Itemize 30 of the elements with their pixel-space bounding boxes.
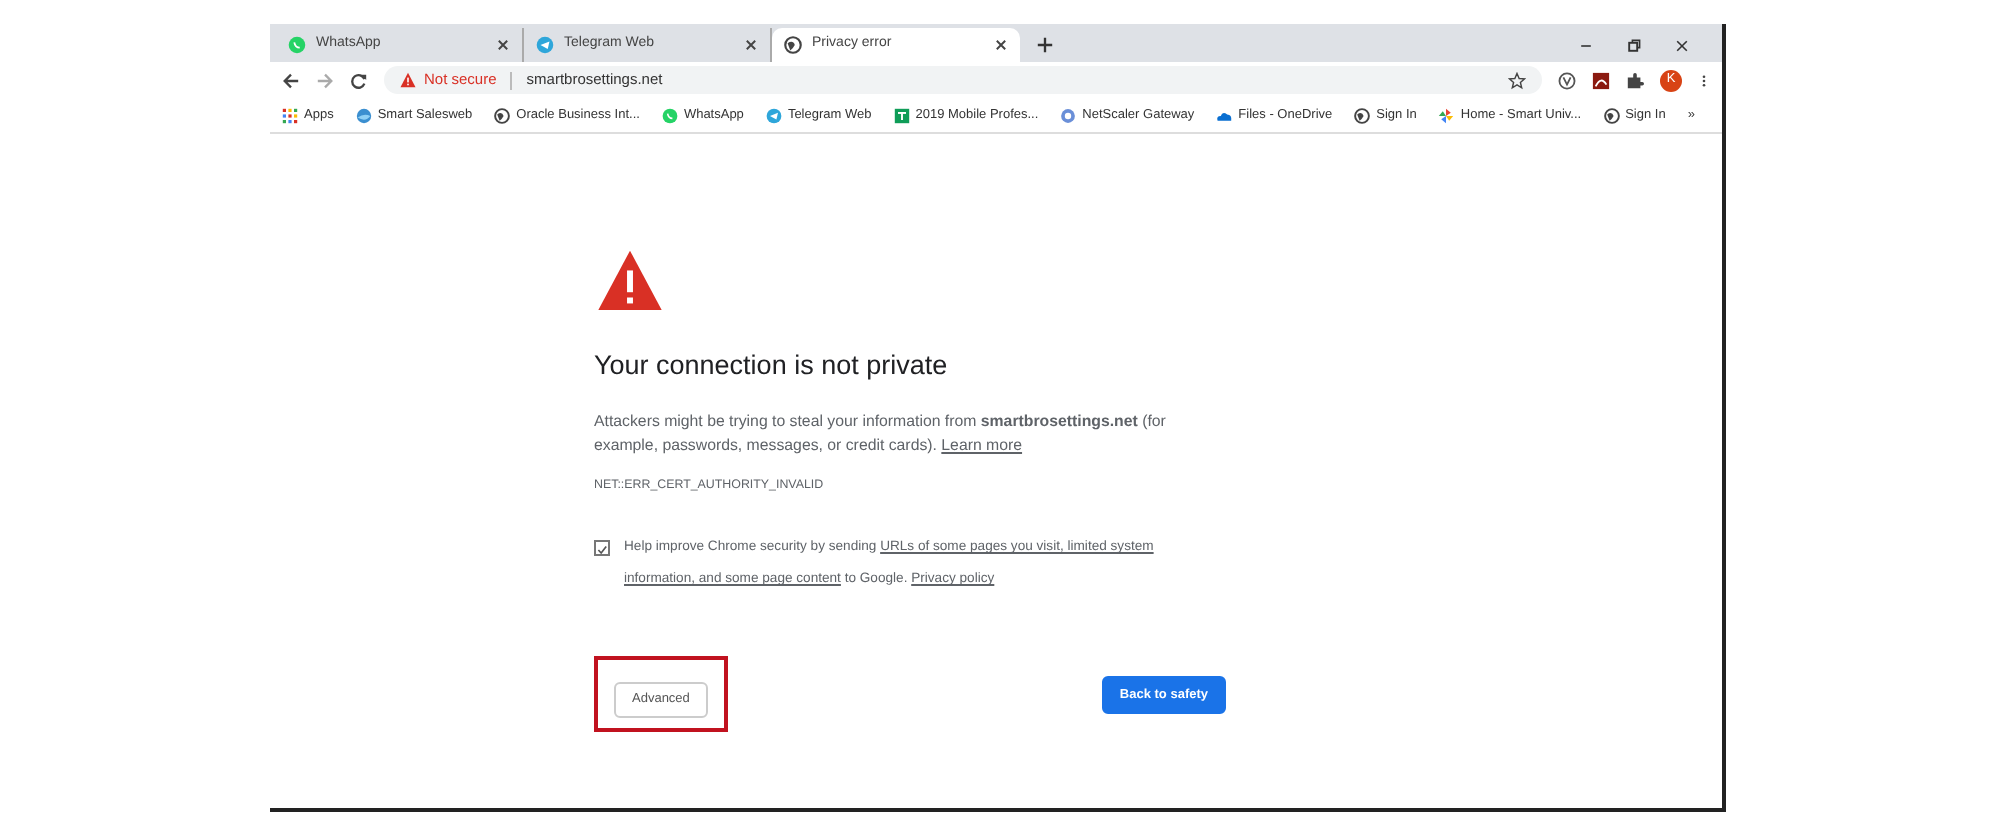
phone-bubble-icon bbox=[661, 107, 678, 123]
sheet-icon bbox=[893, 107, 910, 123]
checkbox[interactable] bbox=[594, 540, 610, 557]
globe-icon bbox=[1354, 107, 1371, 123]
puzzle-icon[interactable] bbox=[1626, 71, 1644, 89]
cloud-icon bbox=[1216, 107, 1233, 123]
back-arrow-icon[interactable] bbox=[282, 71, 300, 89]
restore-icon[interactable] bbox=[1626, 38, 1642, 54]
page-heading: Your connection is not private bbox=[594, 350, 950, 383]
globe-icon bbox=[1603, 107, 1620, 123]
warning-icon bbox=[400, 72, 416, 88]
phone-bubble-icon bbox=[288, 36, 306, 54]
new-tab-icon[interactable] bbox=[1036, 36, 1054, 54]
v-shield-icon[interactable] bbox=[1558, 71, 1576, 89]
paper-plane-icon bbox=[765, 107, 782, 123]
pinwheel-icon bbox=[1438, 107, 1455, 123]
orb-icon bbox=[355, 107, 372, 123]
close-icon[interactable] bbox=[1674, 38, 1690, 54]
globe-icon bbox=[784, 36, 802, 54]
menu-icon[interactable] bbox=[1698, 71, 1710, 89]
warning-icon bbox=[594, 248, 666, 314]
apps-grid-icon bbox=[282, 107, 298, 123]
paper-plane-icon bbox=[536, 36, 554, 54]
close-icon[interactable] bbox=[744, 38, 758, 52]
close-icon[interactable] bbox=[496, 38, 510, 52]
pdf-icon[interactable] bbox=[1592, 71, 1610, 89]
star-icon[interactable] bbox=[1508, 71, 1526, 89]
globe-icon bbox=[494, 107, 511, 123]
reload-icon[interactable] bbox=[350, 71, 368, 89]
close-icon[interactable] bbox=[994, 38, 1008, 52]
